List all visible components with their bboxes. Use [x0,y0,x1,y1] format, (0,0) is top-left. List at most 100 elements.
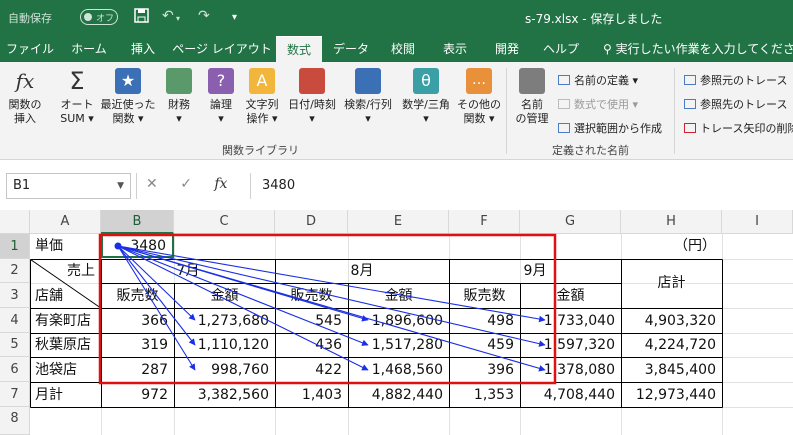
define-name-button[interactable]: 名前の定義 ▾ [558,72,638,88]
theta-icon: θ [413,68,439,94]
label: の管理 [515,112,549,125]
lookup-button[interactable]: 検索/行列 ▾ [340,68,396,126]
enter-icon[interactable]: ✓ [180,176,192,192]
label: 財務 [168,98,190,111]
tab-file[interactable]: ファイル [2,36,58,62]
undo-icon[interactable]: ↶ [162,8,174,24]
label: その他の [457,98,501,111]
datetime-button[interactable]: 日付/時刻 ▾ [284,68,340,126]
use-in-formula-button[interactable]: 数式で使用 ▾ [558,96,638,112]
use-in-formula-icon [558,99,570,109]
divider [250,173,251,199]
divider [136,173,137,199]
tell-me-text: 実行したい作業を入力してください [615,42,793,56]
tab-view[interactable]: 表示 [432,36,478,62]
label: ▾ [309,112,315,125]
formula-input[interactable]: 3480 [262,173,295,199]
label: ▾ [218,112,224,125]
create-from-selection-icon [558,123,570,133]
label: 選択範囲から作成 [574,122,662,135]
divider [674,68,675,154]
title-bar: 自動保存 オフ ↶ ▾ ↷ ▾ s-79.xlsx - 保存しました [0,0,793,36]
more-functions-button[interactable]: … その他の 関数 ▾ [456,68,502,126]
name-box[interactable]: B1 ▼ [6,173,131,199]
math-button[interactable]: θ 数学/三角 ▾ [398,68,454,126]
customize-qat-icon[interactable]: ▾ [232,12,237,23]
tab-home[interactable]: ホーム [64,36,114,62]
window-title: s-79.xlsx - 保存しました [525,12,663,26]
trace-precedents-icon [684,75,696,85]
financial-button[interactable]: 財務 ▾ [160,68,198,126]
save-icon[interactable] [134,8,149,27]
lookup-icon [355,68,381,94]
financial-icon [166,68,192,94]
tab-help[interactable]: ヘルプ [536,36,586,62]
label: 文字列 [245,98,279,111]
autosave-state: オフ [96,14,115,24]
label: トレース矢印の削除 ▾ [700,122,793,135]
label: 関数の [8,98,42,111]
insert-function-button[interactable]: fx 関数の 挿入 [4,68,46,126]
label: ▾ [176,112,182,125]
remove-arrows-icon [684,123,696,133]
group-function-library: 関数ライブラリ [222,144,299,157]
label: 論理 [210,98,232,111]
label: 最近使った [100,98,156,111]
label: 関数 ▾ [112,112,144,125]
tab-data[interactable]: データ [328,36,374,62]
trace-overlay [98,233,557,385]
label: 参照元のトレース [700,74,788,87]
insert-function-icon[interactable]: fx [214,176,227,192]
label: 名前の定義 ▾ [574,74,639,87]
tab-insert[interactable]: 挿入 [120,36,166,62]
remove-arrows-button[interactable]: トレース矢印の削除 ▾ [684,120,793,136]
label: 挿入 [14,112,36,125]
label: 検索/行列 [344,98,392,111]
worksheet-grid: A B C D E F G H I 1 2 3 4 5 6 7 8 単価 348… [0,210,793,435]
lightbulb-icon: ⚲ [603,42,612,56]
label: オート [60,98,94,111]
label: 操作 ▾ [246,112,278,125]
tag-icon [519,68,545,94]
logical-button[interactable]: ? 論理 ▾ [202,68,240,126]
undo-dropdown-icon[interactable]: ▾ [176,14,180,23]
label: 数学/三角 [402,98,450,111]
label: ▾ [365,112,371,125]
chevron-down-icon[interactable]: ▼ [117,174,124,198]
name-box-value: B1 [13,178,31,193]
redo-icon[interactable]: ↷ [198,8,210,24]
divider [506,68,507,154]
more-icon: … [466,68,492,94]
ribbon: fx 関数の 挿入 Σ オート SUM ▾ ★ 最近使った 関数 ▾ 財務 ▾ … [0,62,793,160]
trace-precedents-button[interactable]: 参照元のトレース [684,72,787,88]
calendar-icon [299,68,325,94]
group-defined-names: 定義された名前 [552,144,629,157]
autosave-label: 自動保存 [8,12,52,25]
label: 数式で使用 ▾ [574,98,639,111]
label: 参照先のトレース [700,98,788,111]
text-a-icon: A [249,68,275,94]
recently-used-button[interactable]: ★ 最近使った 関数 ▾ [100,68,156,126]
tab-developer[interactable]: 開発 [484,36,530,62]
trace-dependents-button[interactable]: 参照先のトレース [684,96,787,112]
autosave-toggle[interactable]: オフ [80,9,118,25]
tab-formulas[interactable]: 数式 [276,36,322,62]
tab-review[interactable]: 校閲 [380,36,426,62]
autosum-button[interactable]: Σ オート SUM ▾ [52,68,102,126]
cancel-icon[interactable]: ✕ [146,176,158,192]
label: SUM ▾ [60,112,94,125]
tab-page-layout[interactable]: ページ レイアウト [172,36,272,62]
formula-bar: B1 ▼ ✕ ✓ fx 3480 [0,160,793,210]
star-icon: ★ [115,68,141,94]
text-button[interactable]: A 文字列 操作 ▾ [240,68,284,126]
label: 日付/時刻 [288,98,336,111]
define-name-icon [558,75,570,85]
label: ▾ [423,112,429,125]
label: 名前 [521,98,543,111]
sigma-icon: Σ [69,67,85,95]
formula-buttons: ✕ ✓ fx [146,176,227,192]
fx-icon: fx [15,69,35,93]
tell-me-box[interactable]: ⚲ 実行したい作業を入力してください [603,36,793,62]
create-from-selection-button[interactable]: 選択範囲から作成 [558,120,662,136]
name-manager-button[interactable]: 名前 の管理 [510,68,554,126]
